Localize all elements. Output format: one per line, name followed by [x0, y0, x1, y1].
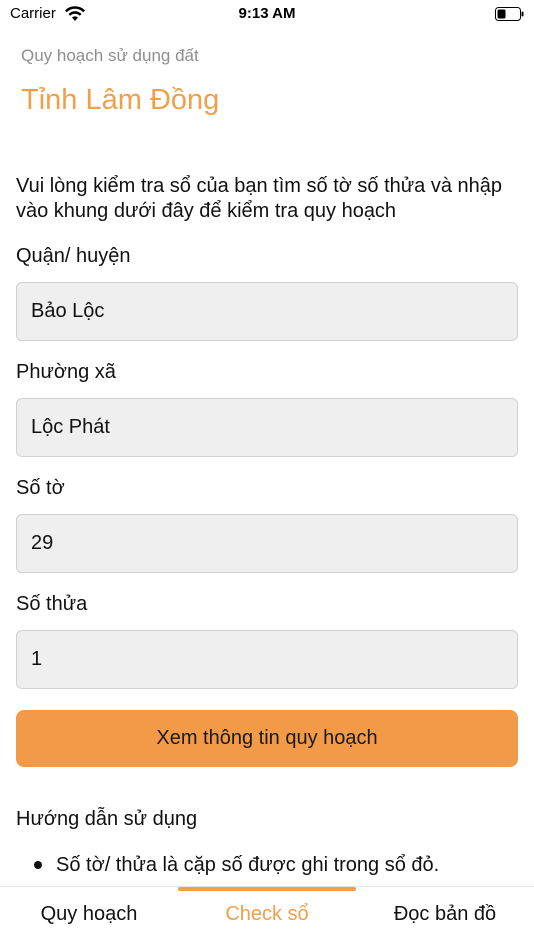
status-time: 9:13 AM	[238, 5, 296, 22]
guide-item-text: Số tờ/ thửa là cặp số được ghi trong sổ …	[56, 854, 440, 876]
ward-value: Lộc Phát	[31, 416, 110, 438]
list-item: Số tờ/ thửa là cặp số được ghi trong sổ …	[32, 852, 502, 878]
guide-list: Số tờ/ thửa là cặp số được ghi trong sổ …	[32, 852, 502, 878]
view-planning-label: Xem thông tin quy hoạch	[156, 727, 378, 749]
tab-check-so[interactable]: Check sổ	[178, 903, 356, 926]
page-subtitle: Quy hoạch sử dụng đất	[21, 46, 199, 65]
district-label: Quận/ huyện	[16, 245, 131, 267]
status-bar: Carrier 9:13 AM	[0, 0, 534, 30]
tab-doc-ban-do[interactable]: Đọc bản đồ	[356, 903, 534, 926]
district-field[interactable]: Bảo Lộc	[16, 282, 518, 341]
district-value: Bảo Lộc	[31, 300, 105, 322]
bullet-icon	[34, 861, 42, 869]
sheet-number-field[interactable]: 29	[16, 514, 518, 573]
guide-title: Hướng dẫn sử dụng	[16, 808, 198, 830]
intro-text: Vui lòng kiểm tra sổ của bạn tìm số tờ s…	[16, 175, 503, 222]
tab-bar: Quy hoạch Check sổ Đọc bản đồ	[0, 886, 534, 950]
sheet-label: Số tờ	[16, 477, 65, 499]
page-title: Tỉnh Lâm Đồng	[21, 84, 220, 116]
tab-quy-hoach[interactable]: Quy hoạch	[0, 903, 178, 926]
ward-field[interactable]: Lộc Phát	[16, 398, 518, 457]
parcel-label: Số thửa	[16, 593, 88, 615]
parcel-number-value: 1	[31, 648, 43, 670]
view-planning-button[interactable]: Xem thông tin quy hoạch	[16, 710, 518, 767]
parcel-number-field[interactable]: 1	[16, 630, 518, 689]
sheet-number-value: 29	[31, 532, 54, 554]
ward-label: Phường xã	[16, 361, 116, 383]
active-tab-indicator	[178, 887, 356, 891]
battery-icon	[495, 7, 524, 21]
